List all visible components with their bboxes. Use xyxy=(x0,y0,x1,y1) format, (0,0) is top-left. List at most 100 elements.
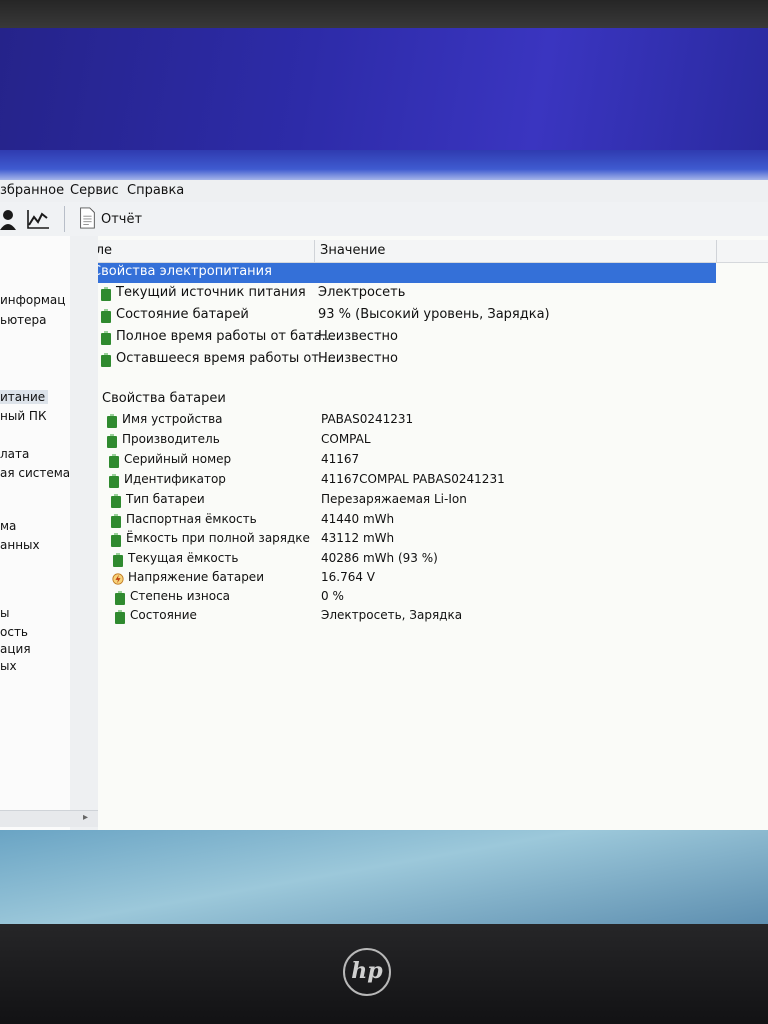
battery-property-row[interactable]: Ёмкость при полной зарядке 43112 mWh xyxy=(110,530,710,550)
column-header: Поле Значение xyxy=(98,240,768,263)
property-value: 16.764 V xyxy=(321,570,376,584)
battery-icon xyxy=(109,474,119,488)
aida-window: збранное Сервис Справка Отчёт информац ь… xyxy=(0,180,768,830)
battery-property-row[interactable]: Напряжение батареи 16.764 V xyxy=(112,569,712,589)
battery-property-row[interactable]: Текущая ёмкость 40286 mWh (93 %) xyxy=(112,550,712,570)
property-field: Серийный номер xyxy=(124,452,232,466)
monitor-bezel-top xyxy=(0,0,768,30)
battery-property-row[interactable]: Состояние Электросеть, Зарядка xyxy=(114,607,714,627)
battery-property-row[interactable]: Серийный номер 41167 xyxy=(108,451,708,471)
battery-property-row[interactable]: Производитель COMPAL xyxy=(106,431,706,451)
property-field: Идентификатор xyxy=(124,472,226,486)
toolbar-separator xyxy=(64,206,65,232)
property-value: 41440 mWh xyxy=(321,512,395,526)
property-value: 0 % xyxy=(321,589,344,603)
scroll-right-icon[interactable]: ▸ xyxy=(83,812,88,823)
menu-help[interactable]: Справка xyxy=(127,183,184,198)
property-field: Производитель xyxy=(122,432,220,446)
property-value: 41167COMPAL PABAS0241231 xyxy=(321,472,505,486)
menu-service[interactable]: Сервис xyxy=(70,183,119,198)
user-icon[interactable] xyxy=(0,208,24,230)
battery-property-row[interactable]: Паспортная ёмкость 41440 mWh xyxy=(110,511,710,531)
property-value: Электросеть, Зарядка xyxy=(321,608,463,622)
tree-item[interactable]: ация xyxy=(0,642,31,656)
property-field: Степень износа xyxy=(130,589,231,603)
battery-icon xyxy=(115,591,125,605)
property-value: Перезаряжаемая Li-Ion xyxy=(321,492,467,506)
menu-bar: збранное Сервис Справка xyxy=(0,180,768,203)
property-field: Текущий источник питания xyxy=(116,285,306,300)
window-title-bar[interactable] xyxy=(0,150,768,182)
group-header-power[interactable]: Свойства электропитания xyxy=(98,263,716,283)
hp-logo: hp xyxy=(343,948,391,996)
horizontal-scrollbar[interactable]: ▸ xyxy=(0,810,98,827)
pane-splitter[interactable] xyxy=(70,236,98,830)
property-value: Неизвестно xyxy=(318,329,398,344)
benchmark-chart-icon[interactable] xyxy=(26,208,50,230)
desktop-background xyxy=(0,28,768,150)
tree-item[interactable]: ма xyxy=(0,519,16,533)
property-value: 93 % (Высокий уровень, Зарядка) xyxy=(318,307,550,322)
property-field: Напряжение батареи xyxy=(128,570,264,584)
desktop-wallpaper xyxy=(0,830,768,924)
tree-item[interactable]: ный ПК xyxy=(0,409,46,423)
column-field-header[interactable]: Поле xyxy=(98,243,112,258)
property-value: 41167 xyxy=(321,452,360,466)
details-list: Поле Значение Свойства электропитания Те… xyxy=(98,236,768,830)
battery-icon xyxy=(107,414,117,428)
battery-icon xyxy=(109,454,119,468)
property-value: PABAS0241231 xyxy=(321,412,414,426)
tree-item[interactable]: анных xyxy=(0,538,40,552)
property-field: Оставшееся время работы от ... xyxy=(116,351,336,366)
toolbar: Отчёт xyxy=(0,202,768,237)
property-field: Полное время работы от бата... xyxy=(116,329,335,344)
battery-icon xyxy=(111,514,121,528)
tree-item[interactable]: ьютера xyxy=(0,313,47,327)
power-property-row[interactable]: Текущий источник питания Электросеть xyxy=(100,284,760,304)
group-header-battery[interactable]: Свойства батареи xyxy=(98,390,386,410)
tree-item[interactable]: информац xyxy=(0,293,65,307)
column-value-header[interactable]: Значение xyxy=(320,243,385,258)
property-value: 40286 mWh (93 %) xyxy=(321,551,438,565)
battery-icon xyxy=(111,533,121,547)
property-field: Тип батареи xyxy=(126,492,205,506)
tree-item[interactable]: ых xyxy=(0,659,17,673)
battery-icon xyxy=(113,553,123,567)
tree-item[interactable]: ы xyxy=(0,606,9,620)
group-title: Свойства батареи xyxy=(102,391,226,406)
voltage-icon xyxy=(112,573,124,585)
power-property-row[interactable]: Состояние батарей 93 % (Высокий уровень, … xyxy=(100,306,760,326)
property-field: Имя устройства xyxy=(122,412,223,426)
power-property-row[interactable]: Оставшееся время работы от ... Неизвестно xyxy=(100,350,760,370)
column-divider[interactable] xyxy=(314,240,315,262)
menu-favorites[interactable]: збранное xyxy=(0,183,64,198)
navigation-tree: информац ьютера итание ный ПК лата ая си… xyxy=(0,236,71,830)
battery-property-row[interactable]: Идентификатор 41167COMPAL PABAS0241231 xyxy=(108,471,708,491)
property-field: Текущая ёмкость xyxy=(128,551,239,565)
battery-property-row[interactable]: Тип батареи Перезаряжаемая Li-Ion xyxy=(110,491,710,511)
tree-item[interactable]: ость xyxy=(0,625,28,639)
battery-icon xyxy=(101,287,111,301)
battery-property-row[interactable]: Имя устройства PABAS0241231 xyxy=(106,411,706,431)
report-icon[interactable] xyxy=(75,207,99,229)
battery-icon xyxy=(101,353,111,367)
tree-item-selected[interactable]: итание xyxy=(0,390,49,404)
battery-icon xyxy=(111,494,121,508)
group-title: Свойства электропитания xyxy=(98,264,272,279)
column-divider[interactable] xyxy=(716,240,717,262)
property-value: 43112 mWh xyxy=(321,531,395,545)
property-field: Паспортная ёмкость xyxy=(126,512,257,526)
battery-property-row[interactable]: Степень износа 0 % xyxy=(114,588,714,608)
battery-icon xyxy=(101,309,111,323)
battery-icon xyxy=(107,434,117,448)
property-value: Неизвестно xyxy=(318,351,398,366)
report-button[interactable]: Отчёт xyxy=(101,212,142,227)
power-property-row[interactable]: Полное время работы от бата... Неизвестно xyxy=(100,328,760,348)
tree-item[interactable]: лата xyxy=(0,447,29,461)
property-value: COMPAL xyxy=(321,432,371,446)
battery-icon xyxy=(101,331,111,345)
property-value: Электросеть xyxy=(318,285,406,300)
battery-icon xyxy=(115,610,125,624)
property-field: Ёмкость при полной зарядке xyxy=(126,531,310,545)
tree-item[interactable]: ая система xyxy=(0,466,70,480)
